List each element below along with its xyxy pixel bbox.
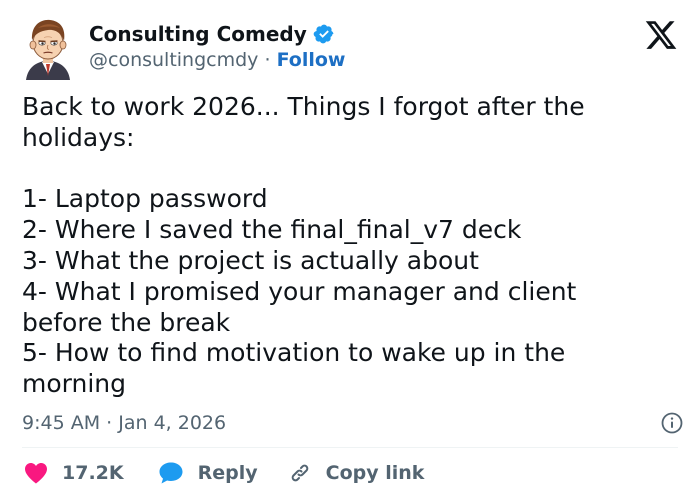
like-button[interactable]: 17.2K bbox=[24, 462, 124, 484]
handle-separator: · bbox=[258, 49, 277, 71]
tweet-time: 9:45 AM bbox=[22, 412, 101, 434]
verified-badge-icon bbox=[313, 24, 334, 44]
author-handle[interactable]: @consultingcmdy bbox=[89, 49, 258, 71]
timestamp-separator: · bbox=[100, 412, 119, 434]
tweet-card: Consulting Comedy @consultingcmdy · Foll… bbox=[0, 0, 700, 502]
tweet-line: 4- What I promised your manager and clie… bbox=[22, 276, 577, 306]
copy-link-label: Copy link bbox=[325, 462, 425, 484]
reply-button[interactable]: Reply bbox=[158, 461, 258, 485]
follow-link[interactable]: Follow bbox=[277, 49, 346, 71]
author-name-row: Consulting Comedy bbox=[89, 21, 335, 47]
tweet-timestamp[interactable]: 9:45 AM · Jan 4, 2026 bbox=[22, 410, 226, 436]
tweet-line: 5- How to find motivation to wake up in … bbox=[22, 338, 566, 368]
action-bar: 17.2K Reply Copy link bbox=[24, 458, 424, 488]
author-display-name[interactable]: Consulting Comedy bbox=[89, 21, 307, 47]
info-icon[interactable] bbox=[660, 411, 684, 435]
like-count: 17.2K bbox=[62, 462, 124, 484]
tweet-line: morning bbox=[22, 369, 126, 399]
author-handle-row: @consultingcmdy · Follow bbox=[89, 48, 345, 72]
tweet-text: Back to work 2026... Things I forgot aft… bbox=[22, 92, 682, 400]
tweet-line: 2- Where I saved the final_final_v7 deck bbox=[22, 215, 522, 245]
speech-bubble-icon bbox=[159, 462, 183, 484]
tweet-line: Back to work 2026... Things I forgot aft… bbox=[22, 92, 585, 121]
tweet-line bbox=[22, 154, 682, 185]
tweet-date: Jan 4, 2026 bbox=[118, 412, 227, 434]
tweet-line: 1- Laptop password bbox=[22, 184, 268, 214]
link-icon bbox=[291, 464, 308, 482]
tweet-line: before the break bbox=[22, 307, 231, 337]
avatar[interactable] bbox=[20, 14, 76, 80]
x-logo-icon[interactable] bbox=[644, 18, 678, 52]
copy-link-button[interactable]: Copy link bbox=[288, 461, 425, 485]
tweet-line: holidays: bbox=[22, 122, 135, 152]
divider bbox=[22, 447, 678, 448]
reply-label: Reply bbox=[197, 462, 258, 484]
heart-icon bbox=[25, 463, 47, 484]
tweet-line: 3- What the project is actually about bbox=[22, 245, 479, 275]
